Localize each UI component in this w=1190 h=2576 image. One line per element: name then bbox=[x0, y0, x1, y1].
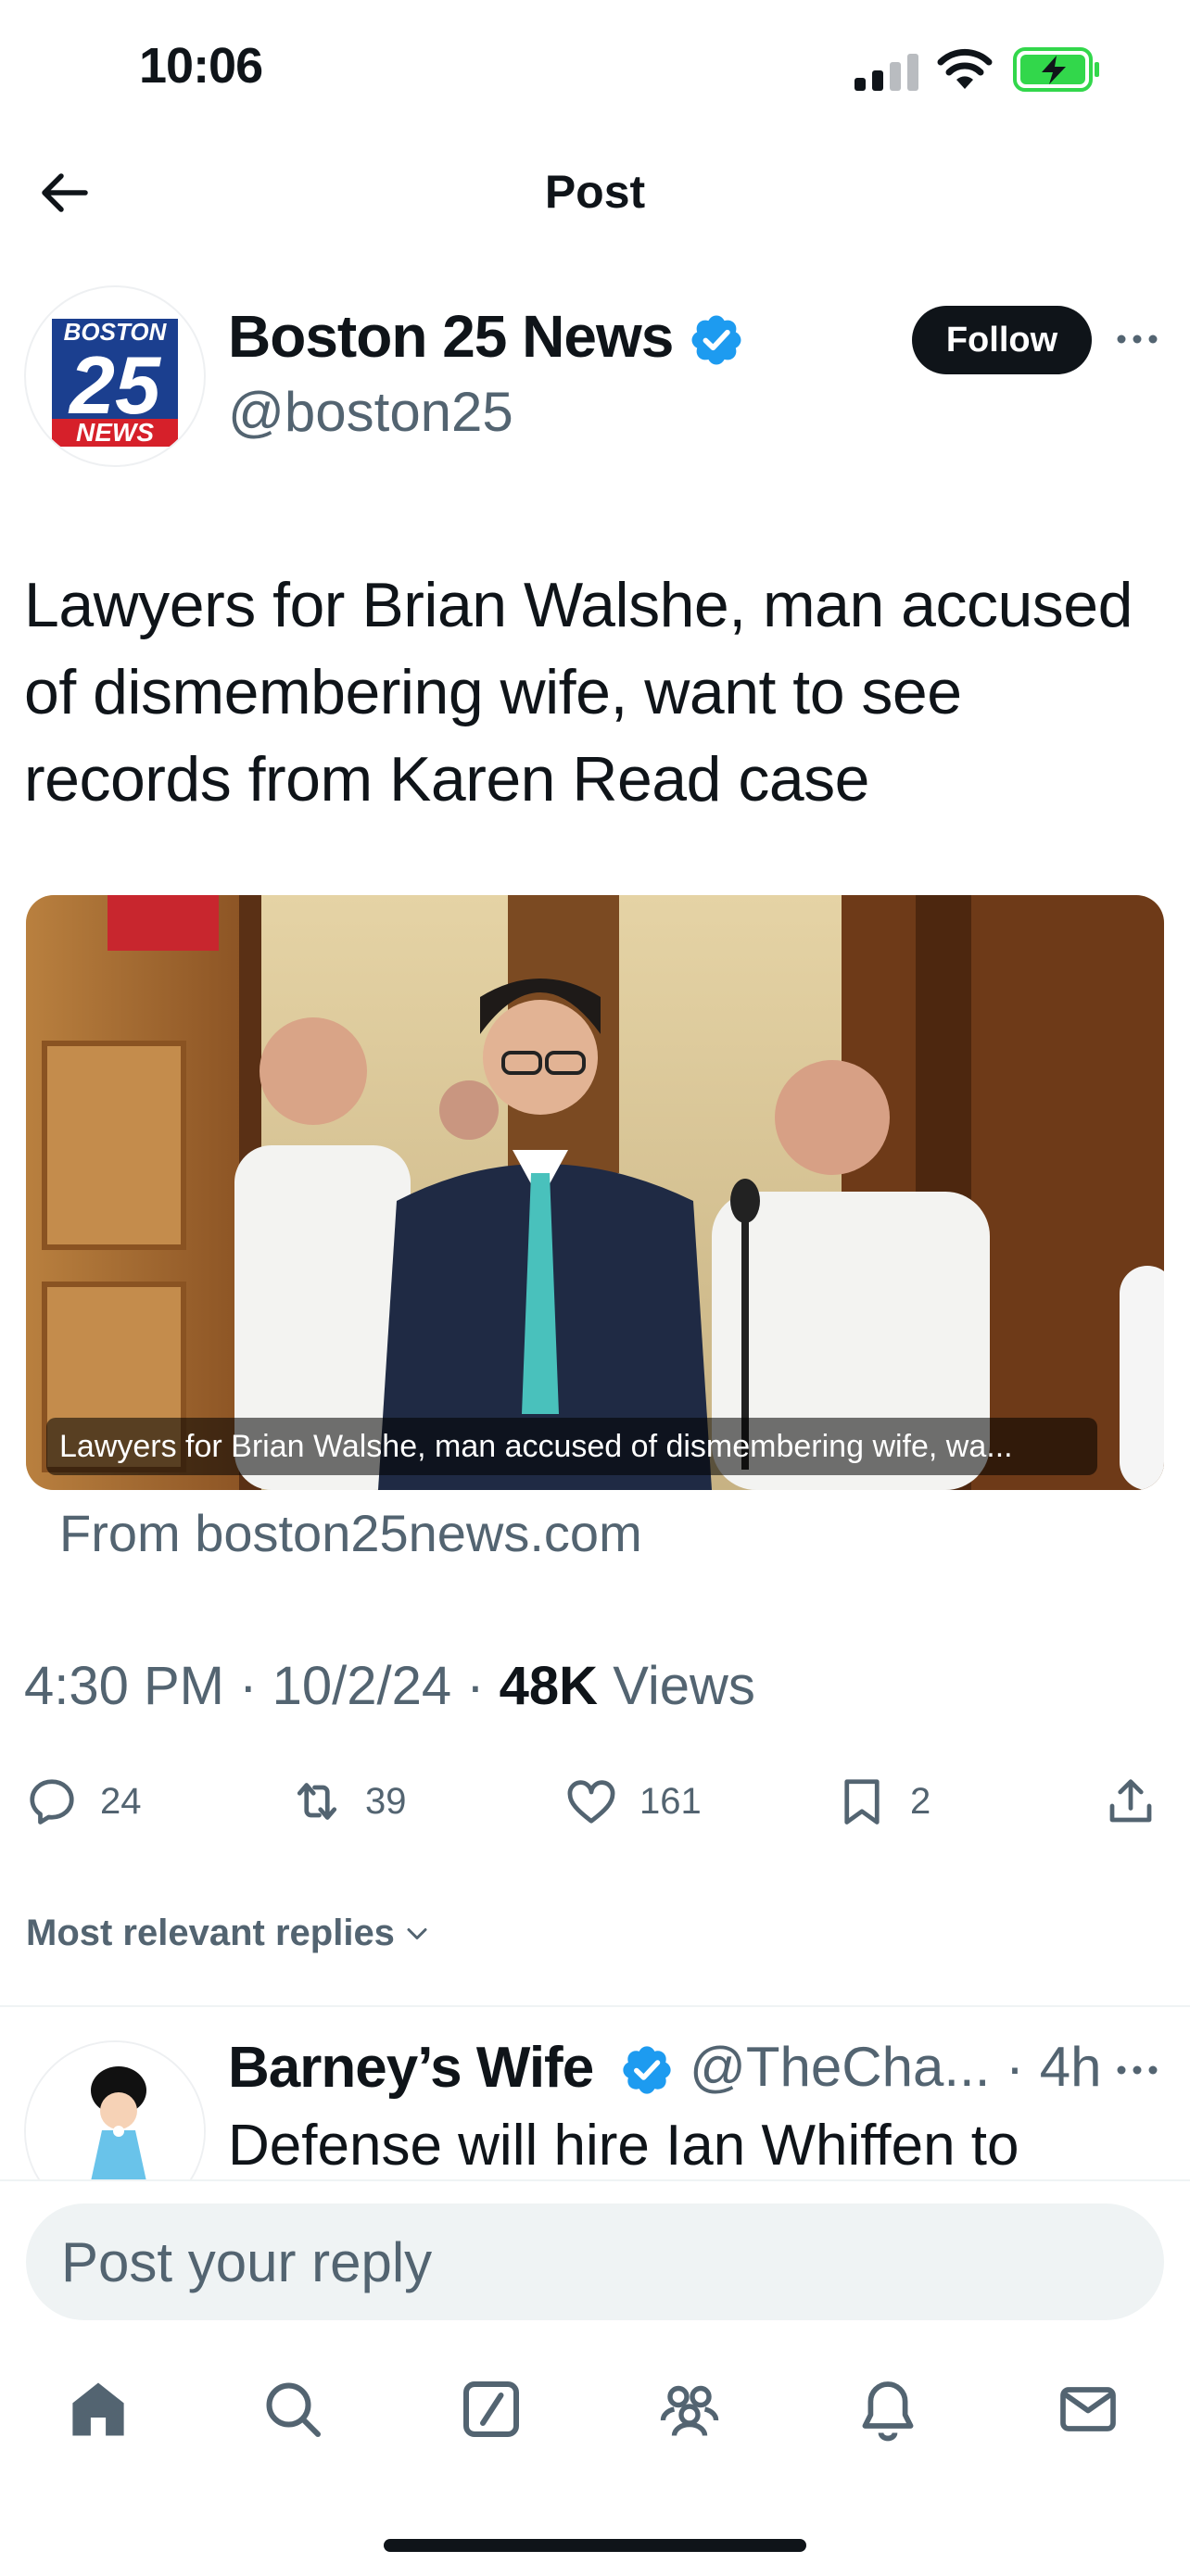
chevron-down-icon bbox=[407, 1927, 427, 1939]
reply-action[interactable]: 24 bbox=[24, 1772, 142, 1831]
battery-charging-icon bbox=[1013, 47, 1099, 92]
views-label: Views bbox=[613, 1656, 755, 1716]
grok-icon[interactable] bbox=[458, 2376, 525, 2443]
verified-badge-icon bbox=[623, 2046, 671, 2094]
home-indicator bbox=[384, 2539, 806, 2552]
reply-icon bbox=[30, 1779, 74, 1825]
more-options-icon[interactable] bbox=[1116, 2061, 1158, 2079]
heart-icon bbox=[567, 1780, 615, 1824]
repost-action[interactable]: 39 bbox=[289, 1772, 407, 1831]
bookmark-icon bbox=[844, 1779, 880, 1825]
messages-icon[interactable] bbox=[1055, 2376, 1121, 2443]
meta-separator: · bbox=[239, 1656, 258, 1716]
reply-text: Defense will hire Ian Whiffen to bbox=[228, 2114, 1019, 2178]
media-caption: Lawyers for Brian Walshe, man accused of… bbox=[46, 1418, 1097, 1475]
post-text: Lawyers for Brian Walshe, man accused of… bbox=[24, 570, 1133, 814]
repost-count: 39 bbox=[365, 1780, 407, 1822]
logo-bottom-text: NEWS bbox=[76, 418, 154, 447]
page-title: Post bbox=[544, 166, 646, 218]
author-handle[interactable]: @boston25 bbox=[228, 380, 513, 444]
reply-input[interactable]: Post your reply bbox=[26, 2203, 1164, 2320]
more-options-icon[interactable] bbox=[1116, 330, 1158, 348]
bookmark-action[interactable]: 2 bbox=[834, 1772, 930, 1831]
link-card-image[interactable]: Lawyers for Brian Walshe, man accused of… bbox=[26, 895, 1164, 1490]
communities-icon[interactable] bbox=[656, 2376, 723, 2443]
share-icon bbox=[1109, 1779, 1152, 1823]
source-link[interactable]: From boston25news.com bbox=[59, 1503, 642, 1563]
reply-count: 24 bbox=[100, 1780, 142, 1822]
follow-button[interactable]: Follow bbox=[912, 306, 1092, 374]
post-meta: 4:30 PM · 10/2/24 · 48K Views bbox=[24, 1655, 755, 1717]
meta-separator: · bbox=[466, 1656, 485, 1716]
post-time: 4:30 PM bbox=[24, 1656, 224, 1716]
wifi-icon bbox=[937, 48, 993, 89]
cellular-signal-icon bbox=[855, 54, 918, 91]
author-avatar[interactable]: BOSTON 25 NEWS bbox=[24, 285, 206, 467]
replies-sort-dropdown[interactable]: Most relevant replies bbox=[26, 1913, 434, 1954]
like-action[interactable]: 161 bbox=[563, 1772, 702, 1831]
replies-sort-label: Most relevant replies bbox=[26, 1913, 395, 1953]
courtroom-photo bbox=[26, 895, 1164, 1490]
post-date: 10/2/24 bbox=[272, 1656, 452, 1716]
views-count[interactable]: 48K bbox=[500, 1656, 598, 1716]
bookmark-count: 2 bbox=[910, 1780, 931, 1822]
author-name[interactable]: Boston 25 News bbox=[228, 302, 674, 371]
reply-handle-time[interactable]: @TheCha... · 4h bbox=[690, 2035, 1101, 2099]
share-action[interactable] bbox=[1103, 1772, 1158, 1831]
like-count: 161 bbox=[639, 1780, 702, 1822]
divider bbox=[0, 2005, 1190, 2007]
home-icon[interactable] bbox=[65, 2376, 132, 2443]
search-icon[interactable] bbox=[260, 2376, 326, 2443]
verified-badge-icon bbox=[691, 315, 741, 365]
repost-icon bbox=[297, 1783, 337, 1820]
notifications-icon[interactable] bbox=[855, 2376, 921, 2443]
status-time: 10:06 bbox=[139, 38, 263, 94]
reply-author-name[interactable]: Barney’s Wife bbox=[228, 2035, 594, 2101]
